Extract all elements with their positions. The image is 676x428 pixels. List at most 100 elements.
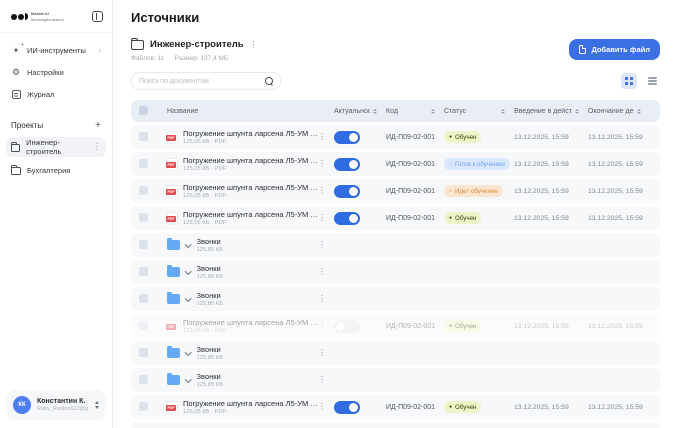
folder-menu-icon[interactable]: ⋮ — [250, 41, 258, 49]
row-menu-icon[interactable]: ⋮ — [318, 214, 334, 222]
status-badge: ◐Идет обучение — [444, 185, 503, 197]
user-email: Ruby_Redlon512@g... — [37, 406, 89, 412]
sort-icon[interactable] — [637, 109, 641, 114]
name-cell: PDFПогружение шпунта ларсена Л5-УМ и бал… — [167, 399, 318, 416]
table-row[interactable]: Звонки125,85 КБ⋮ — [131, 233, 660, 257]
avatar: КК — [13, 396, 31, 414]
row-checkbox[interactable] — [139, 159, 148, 168]
sidebar-item-project-accounting[interactable]: Бухгалтерия — [6, 160, 106, 180]
file-meta: 125,05 КБ · PDF — [183, 328, 318, 334]
table-row[interactable]: Звонки125,85 КБ⋮ — [131, 260, 660, 284]
row-menu-icon[interactable]: ⋮ — [318, 376, 334, 384]
project-menu-icon[interactable]: ⋮ — [93, 143, 101, 151]
sort-icon[interactable] — [575, 109, 579, 114]
chevron-down-icon[interactable] — [185, 295, 191, 301]
column-relevance[interactable]: Актуальность — [334, 108, 386, 115]
grid-view-button[interactable] — [621, 73, 637, 89]
row-checkbox[interactable] — [139, 402, 148, 411]
sparkle-icon: ✦ — [11, 46, 21, 56]
chevron-down-icon[interactable] — [185, 349, 191, 355]
relevance-toggle[interactable] — [334, 185, 360, 198]
row-menu-icon[interactable]: ⋮ — [318, 187, 334, 195]
relevance-toggle[interactable] — [334, 401, 360, 414]
row-menu-icon[interactable]: ⋮ — [318, 241, 334, 249]
relevance-toggle[interactable] — [334, 320, 360, 333]
name-cell: Звонки125,85 КБ — [167, 372, 318, 389]
table-row[interactable]: PDF Погружение шпунта ларсена Л5-УМ и бал… — [131, 179, 660, 203]
search-icon[interactable] — [265, 77, 273, 85]
table-row[interactable]: Звонки125,85 КБ⋮ — [131, 368, 660, 392]
pdf-file-icon: PDF — [167, 131, 178, 144]
folder-icon — [11, 144, 20, 152]
row-menu-icon[interactable]: ⋮ — [318, 295, 334, 303]
table-row[interactable]: PDFПогружение шпунта ларсена Л5-УМ и бал… — [131, 125, 660, 149]
pdf-label: PDF — [166, 189, 176, 195]
relevance-toggle[interactable] — [334, 131, 360, 144]
table-row[interactable]: PDFПогружение шпунта ларсена Л5-УМ и бал… — [131, 314, 660, 338]
table-row[interactable]: Звонки125,85 КБ⋮ — [131, 341, 660, 365]
sidebar: Meanin AI Meaningful search ✦ ИИ-инструм… — [0, 0, 113, 428]
row-checkbox[interactable] — [139, 240, 148, 249]
row-menu-icon[interactable]: ⋮ — [318, 322, 334, 330]
add-project-button[interactable]: + — [95, 120, 101, 131]
row-checkbox[interactable] — [139, 375, 148, 384]
user-card[interactable]: КК Константин К. Ruby_Redlon512@g... — [6, 390, 106, 420]
file-name: Погружение шпунта ларсена Л5-УМ и балочн… — [183, 183, 318, 200]
column-code[interactable]: Код — [386, 108, 444, 115]
row-menu-icon[interactable]: ⋮ — [318, 349, 334, 357]
sidebar-collapse-icon[interactable] — [92, 11, 103, 22]
sort-icon[interactable] — [501, 109, 505, 114]
table-row[interactable]: PDFПогружение шпунта ларсена Л5-УМ и бал… — [131, 152, 660, 176]
row-checkbox[interactable] — [139, 132, 148, 141]
column-date-start[interactable]: Введение в действие — [514, 108, 588, 115]
row-checkbox[interactable] — [139, 294, 148, 303]
row-checkbox[interactable] — [139, 321, 148, 330]
chevron-down-icon[interactable] — [185, 241, 191, 247]
row-menu-icon[interactable]: ⋮ — [318, 268, 334, 276]
table-body: PDF Погружение шпунта ларсена Л5-УМ и бал… — [131, 125, 660, 428]
row-checkbox[interactable] — [139, 186, 148, 195]
row-menu-icon[interactable]: ⋮ — [318, 160, 334, 168]
column-status[interactable]: Статус — [444, 108, 514, 115]
sidebar-item-settings[interactable]: ⚙ Настройки — [6, 63, 106, 82]
column-date-end[interactable]: Окончание действия — [588, 108, 650, 115]
chevron-down-icon[interactable] — [185, 376, 191, 382]
select-all-checkbox[interactable] — [139, 106, 148, 115]
toggle-knob — [336, 322, 345, 331]
search-input[interactable] — [139, 78, 261, 85]
list-view-button[interactable] — [644, 73, 660, 89]
row-checkbox[interactable] — [139, 267, 148, 276]
date-end-cell: 13.12.2025, 15:59 — [588, 161, 650, 168]
code-cell: ИД-П09-02-001 — [386, 215, 444, 222]
sidebar-item-ai-tools[interactable]: ✦ ИИ-инструменты › — [6, 41, 106, 60]
file-name: Погружение шпунта ларсена Л5-УМ и балочн… — [183, 399, 318, 416]
relevance-toggle[interactable] — [334, 158, 360, 171]
file-meta: 125,05 КБ · PDF — [183, 409, 318, 415]
sort-icon[interactable] — [431, 109, 435, 114]
file-title: Звонки — [197, 291, 224, 300]
status-label: Обучен — [455, 404, 476, 411]
table-row[interactable]: PDFПогружение шпунта ларсена Л5-УМ и бал… — [131, 395, 660, 419]
file-name: Погружение шпунта ларсена Л5-УМ и балочн… — [183, 210, 318, 227]
row-menu-icon[interactable]: ⋮ — [318, 403, 334, 411]
file-title: Погружение шпунта ларсена Л5-УМ и балочн… — [183, 183, 318, 192]
table-row[interactable]: Звонки125,85 КБ⋮ — [131, 287, 660, 311]
sort-icon[interactable] — [373, 109, 377, 114]
table-row[interactable]: PDFПогружение шпунта ларсена Л5-УМ и бал… — [131, 206, 660, 230]
chevron-down-icon[interactable] — [185, 268, 191, 274]
row-checkbox[interactable] — [139, 213, 148, 222]
sidebar-item-project-engineer[interactable]: Инженер-строитель ⋮ — [6, 137, 106, 157]
status-cell: ●Обучен — [444, 320, 514, 332]
relevance-toggle[interactable] — [334, 212, 360, 225]
add-file-button[interactable]: Добавить файл — [569, 39, 660, 60]
folder-header-row: Инженер-строитель ⋮ Файлов: 11 Размер: 1… — [131, 39, 660, 62]
folder-icon — [131, 40, 144, 50]
row-menu-icon[interactable]: ⋮ — [318, 133, 334, 141]
table-row[interactable]: PDFПогружение шпунта ларсена Л5-УМ и бал… — [131, 422, 660, 428]
relevance-cell — [334, 131, 386, 144]
sidebar-item-journal[interactable]: Журнал — [6, 85, 106, 104]
add-file-label: Добавить файл — [591, 45, 650, 54]
date-start-cell: 13.12.2025, 15:59 — [514, 404, 588, 411]
row-checkbox[interactable] — [139, 348, 148, 357]
column-name[interactable]: Название — [167, 108, 318, 115]
